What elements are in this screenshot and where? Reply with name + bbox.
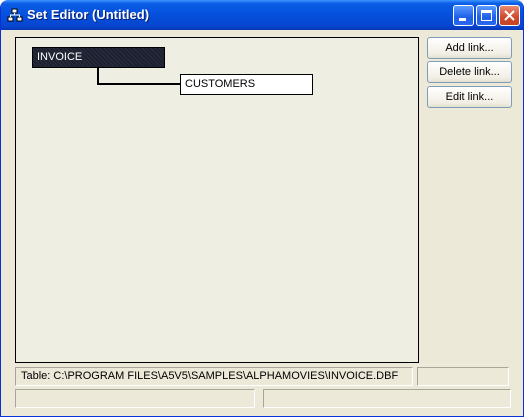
table-node-child[interactable]: CUSTOMERS <box>180 74 313 95</box>
status-bar-left <box>15 389 255 408</box>
minimize-icon <box>459 18 466 21</box>
status-bar-right <box>263 389 511 408</box>
delete-link-button[interactable]: Delete link... <box>427 61 512 83</box>
window-title: Set Editor (Untitled) <box>27 7 150 22</box>
table-node-parent[interactable]: INVOICE <box>32 47 165 68</box>
maximize-icon <box>481 10 492 21</box>
maximize-button[interactable] <box>476 5 497 26</box>
minimize-button[interactable] <box>453 5 474 26</box>
table-path-status: Table: C:\PROGRAM FILES\A5V5\SAMPLES\ALP… <box>15 367 413 386</box>
set-editor-window: Set Editor (Untitled) INVOICE CUSTOMERS … <box>0 0 524 417</box>
title-bar[interactable]: Set Editor (Untitled) <box>1 0 523 30</box>
add-link-button[interactable]: Add link... <box>427 37 512 59</box>
status-field-right <box>417 367 509 386</box>
close-button[interactable] <box>499 5 520 26</box>
set-editor-icon <box>7 8 23 22</box>
set-diagram-canvas[interactable]: INVOICE CUSTOMERS <box>15 37 419 363</box>
edit-link-button[interactable]: Edit link... <box>427 86 512 108</box>
close-icon <box>504 10 515 21</box>
